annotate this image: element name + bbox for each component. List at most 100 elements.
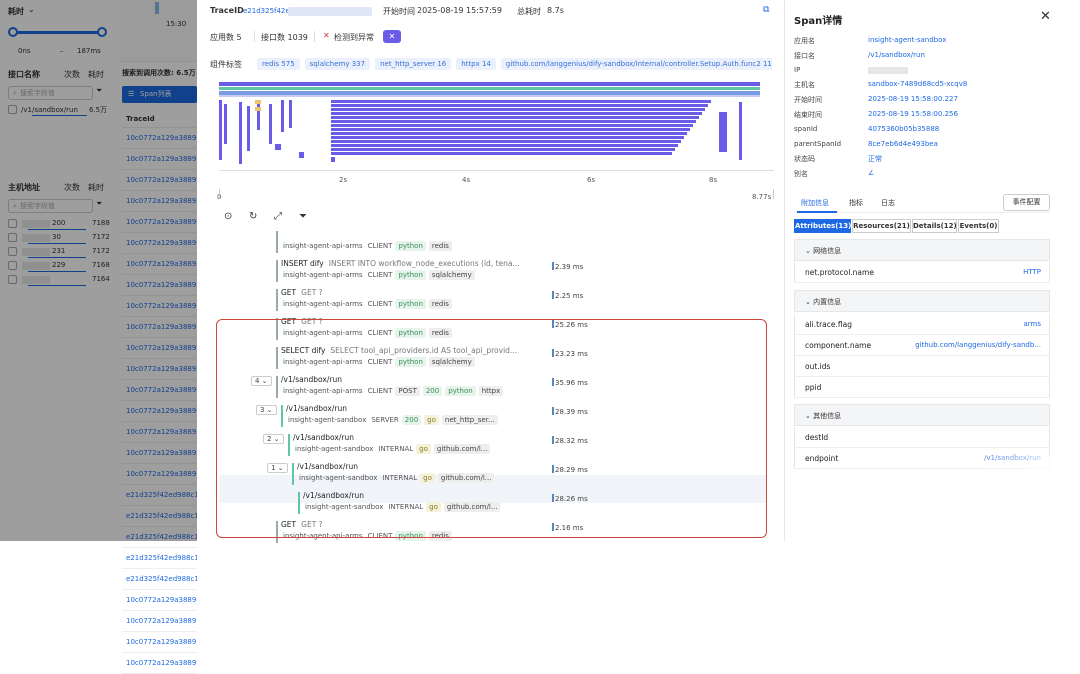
ai-analyze-button[interactable]: ✕ [383,30,401,43]
span-service: insight-agent-api-arms [283,242,363,250]
trace-id-link[interactable]: 10c0772a129a3889b [122,611,197,632]
duration-mark [552,291,554,299]
trace-id-link[interactable]: e21d325f42ed988c1 [122,548,197,569]
waterfall-minimap[interactable] [219,82,760,164]
component-tag[interactable]: httpx 14 [456,58,496,70]
minimap-bar [257,100,260,130]
span-chip: sqlalchemy [428,270,475,280]
modal-overlay[interactable] [0,0,197,541]
locate-icon[interactable]: ⊙ [224,211,232,222]
minimap-bar [255,107,261,111]
attr-builtin-row: ppid [794,377,1050,398]
highlight-box [216,319,767,538]
component-tag[interactable]: sqlalchemy 337 [304,58,371,70]
trace-id-link[interactable]: 10c0772a129a3889b [122,632,197,653]
component-tag[interactable]: redis 575 [257,58,300,70]
component-tag[interactable]: github.com/langgenius/dify-sandbox/inter… [500,58,772,70]
axis-tick-label: 6s [587,176,596,184]
attr-key: component.name [805,341,872,350]
time-range-brush[interactable] [219,189,774,199]
anomaly-label[interactable]: 检测到异常 [334,32,374,43]
detail-field-value: insight-agent-sandbox [868,36,947,44]
minimap-bar [331,124,693,127]
attr-key: out.ids [805,362,831,371]
detail-field-value: 8ce7eb6d4e493bea [868,139,938,148]
span-statement: INSERT INTO workflow_node_executions (id… [328,259,520,268]
chevron-down-icon: ⌄ [805,412,811,420]
span-chip: python [395,241,426,251]
detail-tab[interactable]: 指标 [849,198,863,208]
traceid-masked [288,7,372,16]
attribute-subtab[interactable]: Events(0) [958,219,999,233]
fade-overlay [960,455,1080,541]
attribute-subtab[interactable]: Attributes(13) [794,219,851,233]
minimap-bar [331,157,335,162]
minimap-bar [331,116,699,119]
attr-value[interactable]: arms [1023,314,1041,335]
app-count: 应用数 5 [210,33,242,42]
axis-tick-label: 4s [462,176,471,184]
attribute-subtab[interactable]: Resources(21) [852,219,911,233]
divider [314,31,315,42]
trace-id-link[interactable]: 10c0772a129a3889b [122,653,197,674]
section-builtin[interactable]: ⌄ 内置信息 [794,290,1050,312]
detail-tab[interactable]: 日志 [881,198,895,208]
minimap-bar [331,140,681,143]
section-network[interactable]: ⌄ 网络信息 [794,239,1050,261]
span-op: GET [281,288,297,297]
detail-field-key: parentSpanId [794,139,842,148]
start-time-value: 2025-08-19 15:57:59 [417,6,502,15]
span-row[interactable]: insight-agent-api-arms CLIENT python redis [219,229,779,257]
event-config-button[interactable]: 事件配置 [1003,194,1050,211]
detail-field-key: 结束时间 [794,111,822,119]
minimap-bar [224,104,227,144]
span-detail-title: Span详情 [794,16,843,27]
attr-value[interactable]: github.com/langgenius/dify-sandb... [915,335,1041,356]
span-kind: CLIENT [367,242,393,250]
minimap-bar [275,144,281,150]
detail-field-value: sandbox-7489d68cd5-xcqv8 [868,80,968,89]
span-row[interactable]: GET GET ? insight-agent-api-arms CLIENT pyth… [219,287,779,315]
minimap-bar [219,95,760,97]
expand-icon[interactable]: ⤢ [274,211,282,222]
anomaly-close-icon[interactable]: ✕ [323,31,330,40]
span-meta: insight-agent-api-arms CLIENT python sqlalc… [283,270,475,280]
span-meta: insight-agent-api-arms CLIENT python redis [283,299,452,309]
span-chip: python [395,299,426,309]
span-row[interactable]: INSERT dify INSERT INTO workflow_node_exe… [219,258,779,286]
minimap-bar [331,120,696,123]
traceid-value[interactable]: e21d325f42e [243,7,290,15]
external-link-icon[interactable]: ⧉ [763,5,769,15]
axis-line [219,170,774,171]
minimap-bar [739,102,742,160]
filter-icon[interactable]: ⏷ [299,211,307,222]
duration-mark [552,262,554,270]
detail-field-key: 开始时间 [794,96,822,105]
trace-id-link[interactable]: e21d325f42ed988c1 [122,569,197,590]
detail-tab[interactable]: 附加信息 [801,198,829,208]
trace-id-link[interactable]: 10c0772a129a3889b [122,590,197,611]
iface-count: 接口数 1039 [261,33,308,42]
section-other[interactable]: ⌄ 其他信息 [794,404,1050,426]
attr-other-row: destId [794,427,1050,448]
close-icon[interactable]: ✕ [1040,9,1051,24]
attr-builtin-row: ali.trace.flag arms [794,314,1050,335]
span-meta: insight-agent-api-arms CLIENT python redis [283,241,452,251]
total-time-label: 总耗时 [517,7,541,16]
divider [254,31,255,42]
span-chip: redis [428,241,452,251]
attribute-subtab[interactable]: Details(12) [912,219,957,233]
span-indicator [276,260,278,282]
minimap-bar [331,152,672,155]
minimap-bar [289,100,292,128]
component-tag[interactable]: net_http_server 16 [375,58,452,70]
detail-field-value: ∠ [868,169,875,178]
minimap-bar [255,100,261,104]
span-kind: CLIENT [367,271,393,279]
refresh-icon[interactable]: ↻ [249,211,257,222]
minimap-bar [219,100,222,160]
span-name: INSERT dify INSERT INTO workflow_node_exe… [281,259,520,268]
detail-field-key: 状态码 [794,155,815,164]
minimap-bar [331,144,678,147]
attr-key: ali.trace.flag [805,320,852,329]
